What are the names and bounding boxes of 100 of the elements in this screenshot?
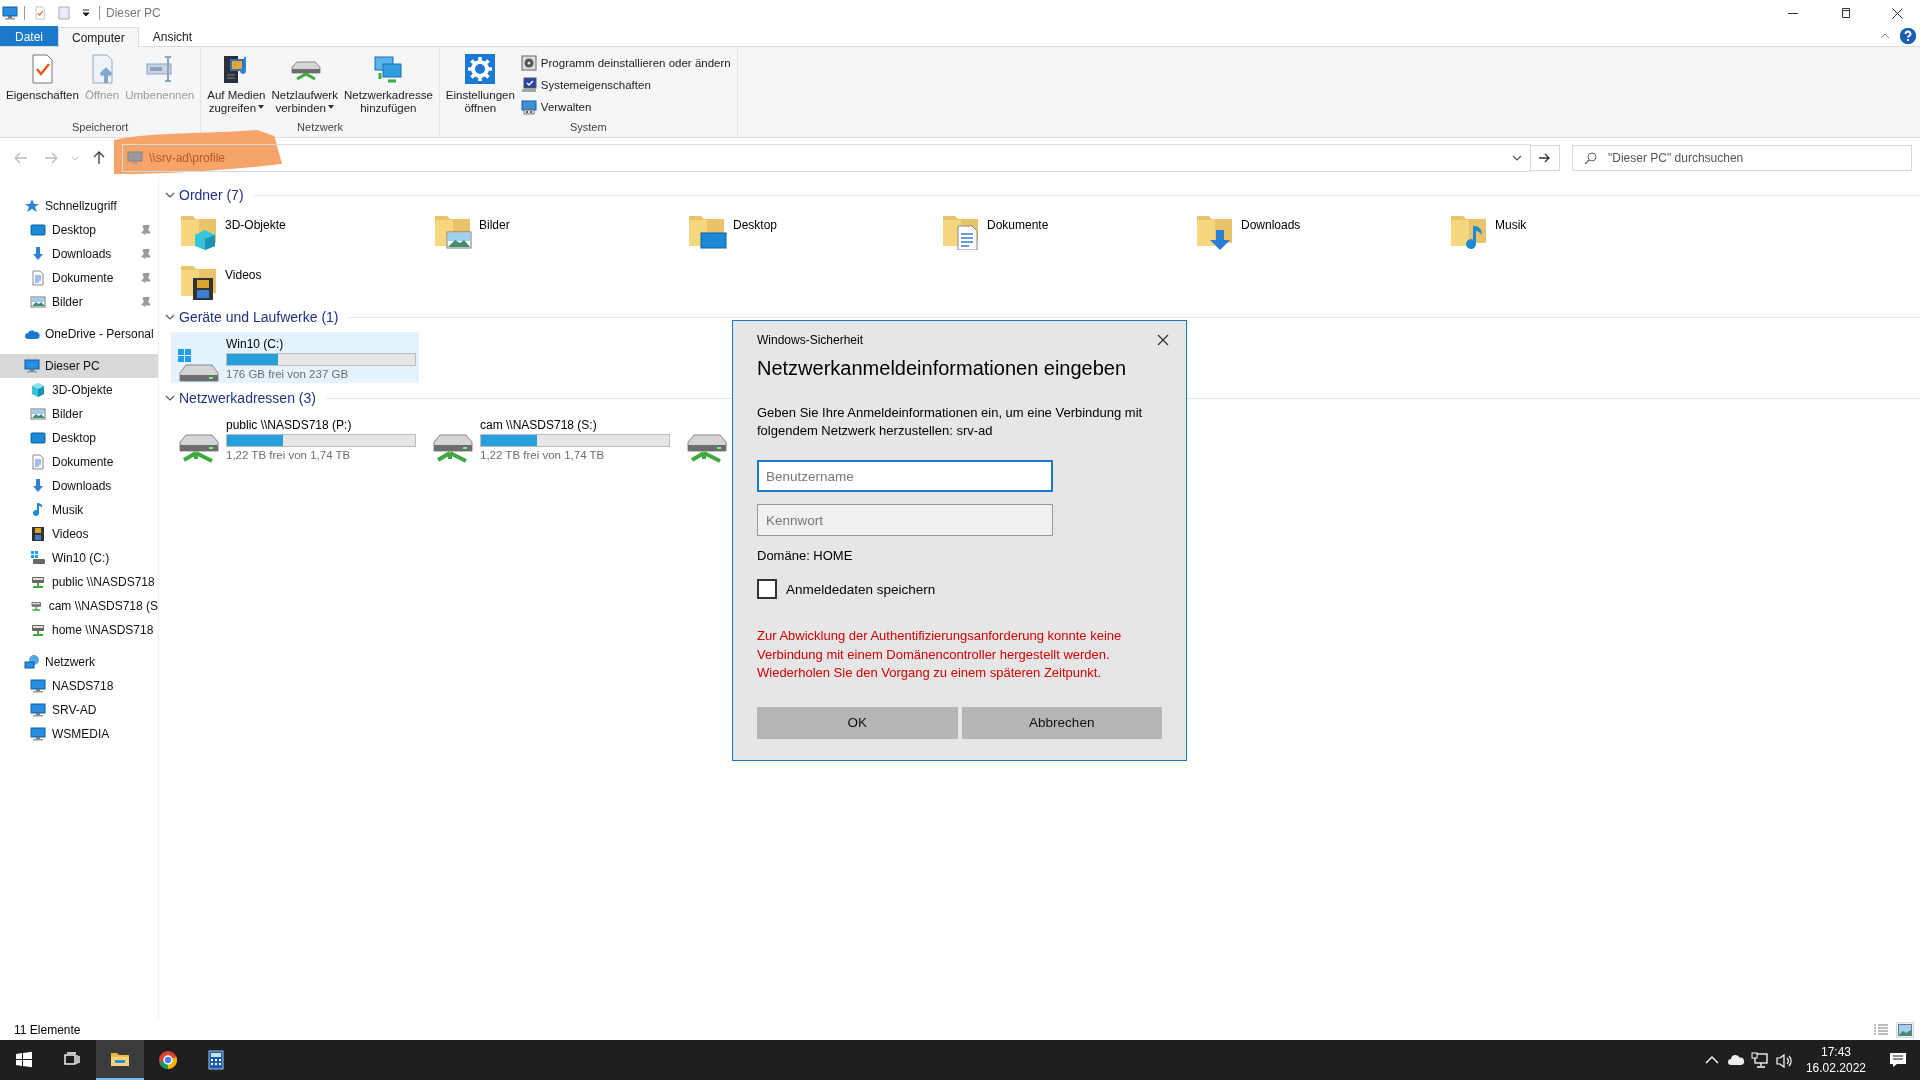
drive-icon: [30, 550, 46, 566]
sidebar-item[interactable]: Musik: [0, 498, 158, 522]
checkbox-label: Anmeldedaten speichern: [786, 581, 936, 597]
network-drive-icon: [30, 574, 46, 590]
sidebar-item[interactable]: Bilder: [0, 402, 158, 426]
section-header[interactable]: Ordner (7): [179, 187, 244, 203]
minimize-icon: [1788, 12, 1798, 14]
picture-icon: [30, 294, 46, 310]
back-arrow-icon: [14, 152, 28, 164]
ribbon-button[interactable]: Netzwerkadresse hinzufügen: [341, 51, 435, 121]
sidebar-item[interactable]: Desktop: [0, 218, 158, 242]
sidebar-item[interactable]: Bilder: [0, 290, 158, 314]
sidebar-item[interactable]: Win10 (C:): [0, 546, 158, 570]
folder-item[interactable]: 3D-Objekte: [179, 206, 433, 256]
dialog-button[interactable]: OK: [757, 706, 958, 739]
up-arrow-icon: [93, 151, 105, 165]
chevron-down-icon: [165, 192, 175, 198]
ribbon-button[interactable]: Systemeigenschaften: [518, 75, 733, 95]
dialog-heading: Netzwerkanmeldeinformationen eingeben: [757, 357, 1128, 380]
sidebar-item[interactable]: home \\NASDS718: [0, 618, 158, 642]
item-count: 11 Elemente: [14, 1023, 81, 1037]
sidebar-item[interactable]: Downloads: [0, 242, 158, 266]
download-arrow-icon: [30, 246, 46, 262]
sidebar-item[interactable]: Downloads: [0, 474, 158, 498]
document-icon: [30, 454, 46, 470]
document-icon: [30, 270, 46, 286]
star-icon: [24, 198, 40, 214]
notification-icon: [1889, 1051, 1907, 1069]
window-title: Dieser PC: [106, 6, 161, 20]
domain-label: Domäne: HOME: [757, 548, 854, 563]
checkbox[interactable]: [757, 579, 777, 599]
network-drive-icon: [30, 622, 46, 638]
sidebar-item[interactable]: 3D-Objekte: [0, 378, 158, 402]
sidebar-item[interactable]: Videos: [0, 522, 158, 546]
ribbon-tab[interactable]: Datei: [0, 26, 58, 46]
group-label: Netzwerk: [296, 121, 344, 135]
sidebar-item[interactable]: Dokumente: [0, 450, 158, 474]
folder-item[interactable]: Videos: [179, 256, 433, 306]
section-header[interactable]: Netzwerkadressen (3): [179, 390, 316, 406]
drive-item[interactable]: cam \\NASDS718 (S:) 1,22 TB frei von 1,74 TB: [425, 413, 673, 464]
search-field[interactable]: "Dieser PC" durchsuchen: [1572, 145, 1912, 171]
sidebar-item[interactable]: Dokumente: [0, 266, 158, 290]
error-message: Zur Abwicklung der Authentifizierungsanforderung konnte keine Verbindung mit einem Domänencontroller hergestellt werden. Wiederholen Sie den Vorgang zu einem späteren Zeitpunkt.: [757, 627, 1123, 682]
chevron-down-icon: [71, 155, 79, 161]
sidebar-item[interactable]: cam \\NASDS718 (S: [0, 594, 158, 618]
ribbon-button[interactable]: Auf Medien zugreifen: [205, 51, 268, 121]
sidebar-item[interactable]: Desktop: [0, 426, 158, 450]
drive-item[interactable]: Win10 (C:) 176 GB frei von 237 GB: [171, 332, 419, 383]
dialog-button[interactable]: Abbrechen: [961, 706, 1162, 739]
settings-icon: [464, 53, 497, 85]
view-button[interactable]: [1896, 1022, 1914, 1038]
ribbon-button[interactable]: Netzlaufwerk verbinden: [269, 51, 340, 121]
ribbon-button[interactable]: Eigenschaften: [4, 51, 81, 121]
sidebar-item[interactable]: OneDrive - Personal: [0, 322, 158, 346]
go-button[interactable]: [1530, 145, 1560, 171]
checkmark-document-icon: [33, 6, 47, 20]
folder-item[interactable]: Bilder: [433, 206, 687, 256]
help-icon: [1900, 28, 1916, 44]
folder-item[interactable]: Musik: [1449, 206, 1703, 256]
network-icon: [1750, 1051, 1769, 1069]
large-icons-view-icon: [1898, 1024, 1912, 1036]
dialog-message: Geben Sie Ihre Anmeldeinformationen ein, um eine Verbindung mit folgendem Netzwerk herzustellen: srv-ad: [757, 404, 1144, 440]
free-space: 1,22 TB frei von 1,74 TB: [480, 449, 606, 461]
ribbon-tab[interactable]: Computer: [58, 27, 139, 47]
disc-box-icon: [520, 55, 537, 71]
monitor-icon: [127, 150, 143, 166]
sidebar-item[interactable]: public \\NASDS718: [0, 570, 158, 594]
sidebar-item[interactable]: Schnellzugriff: [0, 194, 158, 218]
download-arrow-icon: [30, 478, 46, 494]
sidebar-item[interactable]: WSMEDIA: [0, 722, 158, 746]
start-icon: [14, 1050, 34, 1070]
pin-icon: [141, 273, 151, 283]
computer-management-icon: [520, 99, 537, 115]
drive-item[interactable]: public \\NASDS718 (P:) 1,22 TB frei von 1,74 TB: [171, 413, 419, 464]
monitor-check-icon: [520, 77, 537, 93]
section-header[interactable]: Geräte und Laufwerke (1): [179, 309, 339, 325]
input-field[interactable]: Benutzername: [757, 460, 1053, 492]
taskbar-button[interactable]: [96, 1040, 144, 1080]
close-icon: [1891, 7, 1903, 19]
folder-item[interactable]: Downloads: [1195, 206, 1449, 256]
desktop-icon: [30, 222, 46, 238]
input-field[interactable]: Kennwort: [757, 504, 1053, 536]
sidebar-item[interactable]: NASDS718: [0, 674, 158, 698]
free-space: 176 GB frei von 237 GB: [226, 368, 350, 380]
network-icon: [24, 654, 40, 670]
ribbon-button[interactable]: Einstellungen öffnen: [443, 51, 517, 121]
monitors-icon: [372, 53, 405, 85]
sidebar-item[interactable]: Netzwerk: [0, 650, 158, 674]
document-icon: [58, 6, 70, 20]
ribbon-button[interactable]: Verwalten: [518, 97, 733, 117]
ribbon-button[interactable]: Programm deinstallieren oder ändern: [518, 53, 733, 73]
forward-arrow-icon: [44, 152, 58, 164]
sidebar-item[interactable]: SRV-AD: [0, 698, 158, 722]
help-button[interactable]: [1900, 28, 1916, 44]
clock[interactable]: 17:43 16.02.2022: [1795, 1044, 1876, 1076]
folder-item[interactable]: Desktop: [687, 206, 941, 256]
folder-item[interactable]: Dokumente: [941, 206, 1195, 256]
calculator-icon: [206, 1050, 226, 1070]
right-arrow-icon: [1539, 153, 1551, 163]
sidebar-item[interactable]: Dieser PC: [0, 354, 158, 378]
